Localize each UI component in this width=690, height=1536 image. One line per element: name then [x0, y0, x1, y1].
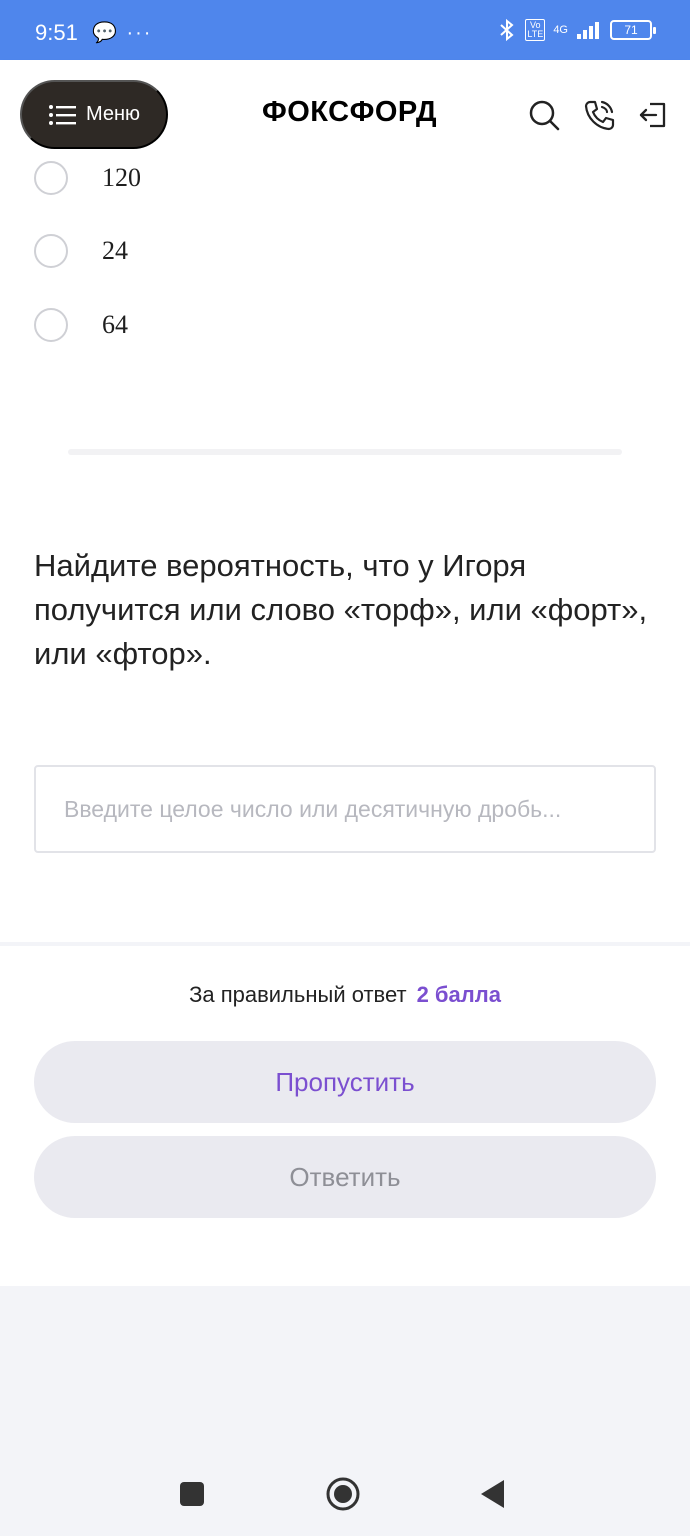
divider: [68, 449, 622, 455]
phone-icon[interactable]: [582, 98, 616, 132]
menu-icon: [48, 104, 76, 125]
question-text: Найдите вероятность, что у Игоря получит…: [34, 548, 648, 671]
points-text: За правильный ответ: [189, 982, 407, 1007]
menu-button[interactable]: Меню: [20, 80, 168, 149]
answer-input[interactable]: [34, 765, 656, 853]
option-label: 120: [102, 163, 141, 192]
radio-button[interactable]: [34, 234, 68, 268]
question-content: 120 24 64 Найдите вероятность, что у Иго…: [0, 161, 690, 942]
battery-level: 71: [624, 23, 638, 37]
points-value: 2 балла: [416, 982, 501, 1007]
status-right-icons: Vo LTE 4G 71: [497, 18, 656, 42]
logo[interactable]: ФОКСФОРД: [262, 96, 437, 129]
bluetooth-icon: [500, 18, 514, 42]
nav-square-icon[interactable]: [178, 1480, 206, 1508]
volte-badge: Vo LTE: [525, 19, 546, 41]
network-type: 4G: [553, 24, 568, 36]
option-label: 64: [102, 310, 128, 339]
nav-back-icon[interactable]: [478, 1478, 508, 1510]
signal-icon: [577, 22, 599, 39]
radio-button[interactable]: [34, 161, 68, 195]
battery-icon: 71: [610, 20, 656, 40]
status-bar: 9:51 💬 ··· Vo LTE 4G 71: [0, 0, 690, 60]
points-info: За правильный ответ 2 балла: [0, 982, 690, 1008]
option-1[interactable]: 120: [34, 161, 141, 195]
nav-home-icon[interactable]: [325, 1476, 361, 1512]
status-time: 9:51: [35, 20, 78, 45]
answer-button[interactable]: Ответить: [34, 1136, 656, 1218]
system-nav-bar: [0, 1452, 690, 1536]
skip-button[interactable]: Пропустить: [34, 1041, 656, 1123]
option-3[interactable]: 64: [34, 308, 128, 342]
menu-label: Меню: [85, 103, 141, 125]
answer-footer: За правильный ответ 2 балла Пропустить От…: [0, 946, 690, 1286]
search-icon[interactable]: [527, 98, 561, 132]
notification-icons: 💬 ···: [92, 22, 153, 44]
app-header: Меню ФОКСФОРД: [0, 60, 690, 170]
option-label: 24: [102, 236, 128, 265]
logout-icon[interactable]: [636, 98, 670, 132]
option-2[interactable]: 24: [34, 234, 128, 268]
radio-button[interactable]: [34, 308, 68, 342]
